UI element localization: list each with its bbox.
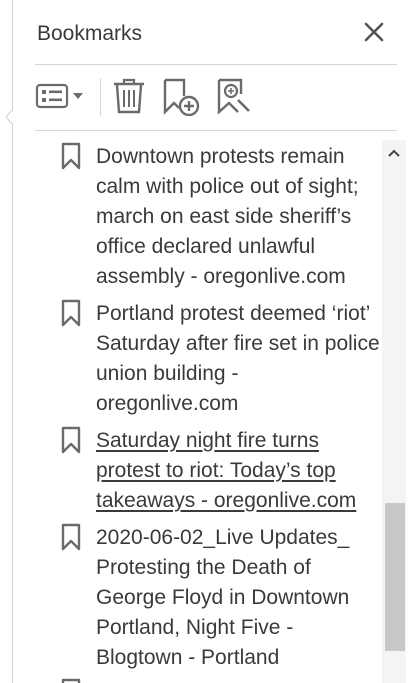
panel-edge-notch — [5, 108, 14, 126]
bookmarks-panel: Bookmarks Downtown protests remain calm … — [0, 0, 413, 683]
bookmark-icon — [61, 523, 81, 551]
bookmark-label[interactable]: Saturday night fire turns protest to rio… — [96, 426, 380, 516]
toolbar-separator — [100, 78, 101, 116]
bookmark-list: Downtown protests remain calm with polic… — [0, 132, 382, 683]
chevron-up-icon[interactable] — [382, 142, 406, 164]
scrollbar-thumb[interactable] — [385, 503, 405, 651]
bookmark-icon — [61, 299, 81, 327]
bookmark-label[interactable]: 2020-06-02_Live Updates_ Protesting the … — [96, 523, 380, 673]
panel-title: Bookmarks — [37, 22, 143, 45]
bookmark-icon — [61, 142, 81, 170]
bookmark-item-hovered[interactable]: Saturday night fire turns protest to rio… — [0, 416, 382, 512]
bookmark-icon — [61, 426, 81, 454]
close-icon[interactable] — [360, 18, 388, 46]
options-menu-icon[interactable] — [35, 76, 87, 116]
trash-icon[interactable] — [111, 76, 147, 116]
bookmark-label[interactable]: Portland protest deemed ‘riot’ Saturday … — [96, 299, 380, 419]
bookmark-label[interactable]: Downtown protests remain calm with polic… — [96, 142, 380, 292]
bookmark-search-icon[interactable] — [214, 76, 254, 116]
header-divider — [35, 64, 397, 65]
bookmark-item[interactable]: Downtown protests remain calm with polic… — [0, 132, 382, 292]
bookmark-item[interactable]: 2020-06-02_Live Updates_ Protesting the … — [0, 513, 382, 683]
add-bookmark-icon[interactable] — [160, 76, 200, 116]
toolbar-divider — [35, 130, 397, 131]
bookmark-icon — [61, 678, 81, 683]
bookmark-item[interactable]: Portland protest deemed ‘riot’ Saturday … — [0, 289, 382, 417]
bookmark-item-partial[interactable] — [0, 678, 382, 683]
